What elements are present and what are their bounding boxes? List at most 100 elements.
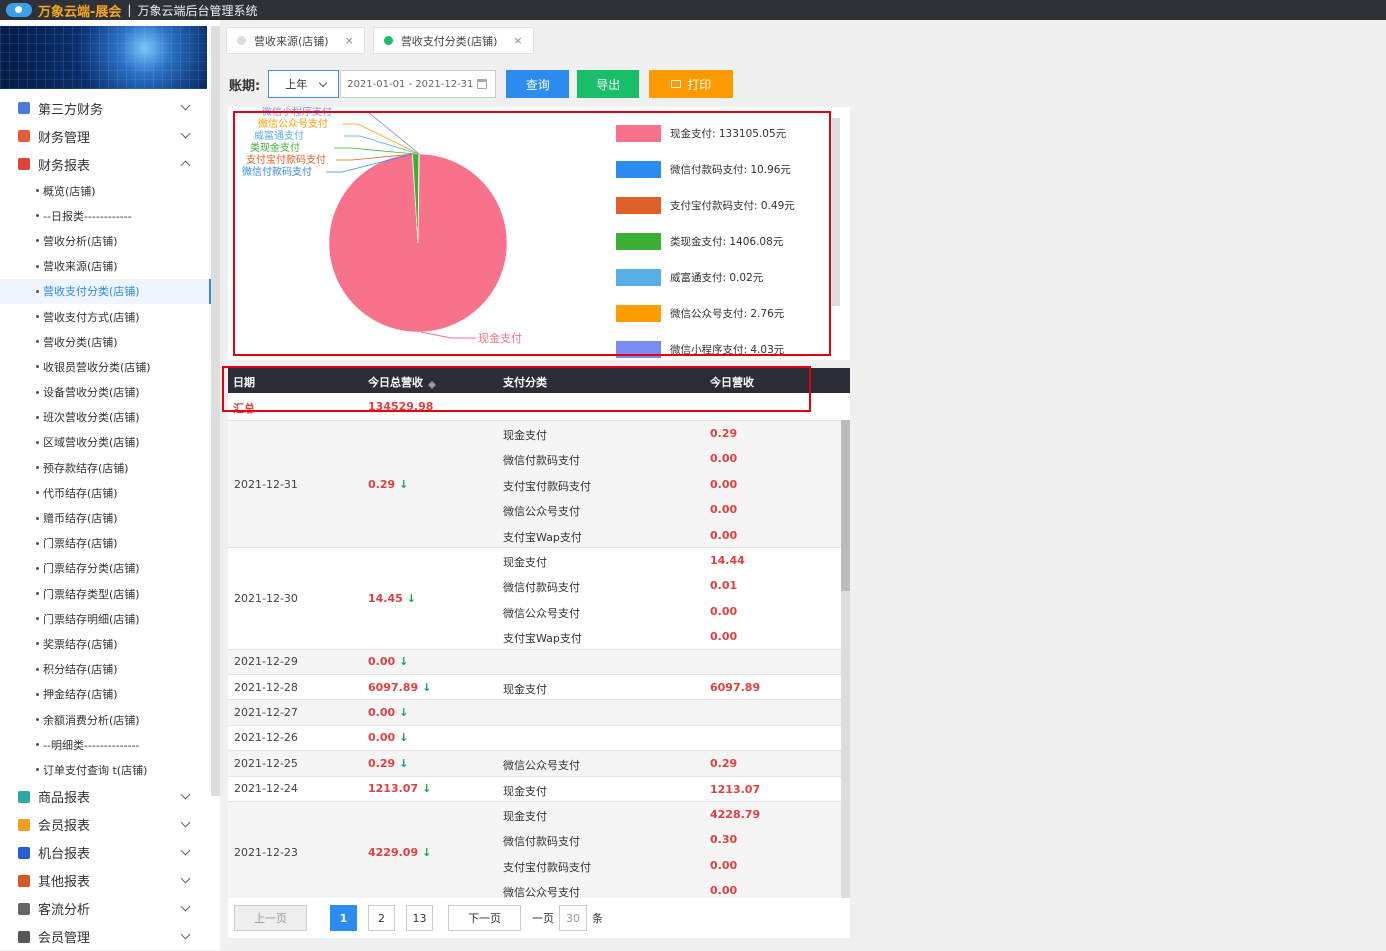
date-range-input[interactable]: 2021-01-01 - 2021-12-31 [340, 70, 497, 98]
period-select[interactable]: 上年 [268, 70, 340, 98]
print-button[interactable]: 打印 [649, 70, 734, 98]
payment-amount: 0.00 [710, 604, 738, 618]
calendar-icon[interactable] [477, 79, 488, 89]
payment-line: 微信公众号支付 0.29 [228, 751, 841, 776]
chevron-down-icon[interactable] [180, 789, 191, 799]
sidebar-subitem[interactable]: 积分结存(店铺) [0, 657, 211, 682]
sidebar-subitem[interactable]: 预存款结存(店铺) [0, 455, 211, 480]
chevron-down-icon[interactable] [180, 128, 191, 139]
table-row[interactable]: 2021-12-26 0.00 ↓ [228, 725, 841, 752]
sidebar-subitem[interactable]: 区域营收分类(店铺) [0, 430, 211, 455]
query-button[interactable]: 查询 [506, 70, 570, 98]
bullet-icon [36, 239, 39, 243]
sidebar-subitem-label: 奖票结存(店铺) [43, 637, 118, 651]
sidebar-subitem[interactable]: 班次营收分类(店铺) [0, 405, 211, 430]
close-icon[interactable]: × [513, 34, 522, 47]
sidebar-group[interactable]: 其他报表 [0, 867, 211, 895]
row-total: 0.00 ↓ [368, 655, 408, 668]
sidebar-subitem[interactable]: 营收支付分类(店铺) [0, 278, 211, 305]
chevron-down-icon[interactable] [180, 901, 191, 911]
sidebar-subitem[interactable]: 门票结存分类(店铺) [0, 556, 211, 581]
sidebar-group[interactable]: 商品报表 [0, 783, 211, 811]
sidebar-subitem[interactable]: 门票结存类型(店铺) [0, 581, 211, 606]
highlight-box-header [222, 366, 811, 412]
sidebar-subitem[interactable]: 奖票结存(店铺) [0, 631, 211, 656]
tab-item[interactable]: 营收来源(店铺) × [226, 27, 365, 54]
prev-page-button[interactable]: 上一页 [234, 905, 307, 931]
chevron-down-icon[interactable] [180, 817, 191, 827]
table-row[interactable]: 2021-12-23 4229.09 ↓ 现金支付 4228.79 微信付款码支付 0.30… [228, 802, 841, 898]
table-row[interactable]: 2021-12-28 6097.89 ↓ 现金支付 6097.89 [228, 675, 841, 701]
chevron-up-icon[interactable] [180, 160, 191, 171]
sidebar-subitem[interactable]: 订单支付查询 t(店铺) [0, 757, 211, 782]
sidebar-subitem[interactable]: --明细类-------------- [0, 732, 211, 757]
payment-amount: 0.00 [710, 528, 738, 542]
grid-scrollbar-thumb[interactable] [841, 420, 850, 591]
sidebar-subitem[interactable]: 赠币结存(店铺) [0, 505, 211, 530]
sidebar-group[interactable]: 客流分析 [0, 895, 211, 923]
table-row[interactable]: 2021-12-27 0.00 ↓ [228, 700, 841, 726]
sidebar-subitem[interactable]: 押金结存(店铺) [0, 682, 211, 707]
table-row[interactable]: 2021-12-30 14.45 ↓ 现金支付 14.44 微信付款码支付 0.01 微信公众… [228, 548, 841, 650]
per-page-prefix: 一页 [532, 912, 554, 925]
sidebar-subitem-label: 门票结存明细(店铺) [43, 612, 140, 626]
per-page-input[interactable]: 30 [559, 905, 587, 931]
chevron-down-icon[interactable] [180, 873, 191, 883]
sidebar-subitem-label: 订单支付查询 t(店铺) [43, 763, 148, 777]
grid-scrollbar[interactable] [841, 420, 850, 898]
sidebar-subitem[interactable]: 门票结存明细(店铺) [0, 606, 211, 631]
sidebar-subitem[interactable]: 营收支付方式(店铺) [0, 304, 211, 329]
sidebar-subitem[interactable]: --日报类------------ [0, 203, 211, 228]
sidebar-group[interactable]: 财务报表 [0, 150, 211, 178]
page-button[interactable]: 13 [406, 905, 433, 931]
payment-amount: 0.30 [710, 833, 738, 847]
table-row[interactable]: 2021-12-29 0.00 ↓ [228, 649, 841, 675]
table-row[interactable]: 2021-12-25 0.29 ↓ 微信公众号支付 0.29 [228, 751, 841, 777]
bullet-icon [36, 541, 39, 545]
sidebar-group[interactable]: 第三方财务 [0, 94, 211, 122]
sidebar-subitem[interactable]: 门票结存(店铺) [0, 531, 211, 556]
sidebar-subitem[interactable]: 收银员营收分类(店铺) [0, 354, 211, 379]
next-page-button[interactable]: 下一页 [448, 905, 521, 931]
chevron-down-icon[interactable] [180, 100, 191, 111]
sidebar-scrollbar[interactable] [211, 26, 220, 796]
legend-scrollbar[interactable] [832, 118, 840, 306]
chevron-down-icon[interactable] [180, 845, 191, 855]
chevron-down-icon[interactable] [180, 929, 191, 939]
sidebar-group[interactable]: 机台报表 [0, 839, 211, 867]
data-grid: 日期 今日总营收 支付分类 今日营收 汇总 134529.98 2021-12-… [228, 368, 850, 938]
date-range-value: 2021-01-01 - 2021-12-31 [347, 78, 474, 90]
sidebar-subitem[interactable]: 代币结存(店铺) [0, 480, 211, 505]
sidebar-group[interactable]: 会员管理 [0, 923, 211, 951]
sidebar-group-label: 第三方财务 [38, 102, 104, 118]
sidebar-group[interactable]: 财务管理 [0, 122, 211, 150]
sidebar-subitem-label: 代币结存(店铺) [43, 486, 118, 500]
bullet-icon [36, 692, 39, 696]
sidebar-subitem[interactable]: 营收来源(店铺) [0, 254, 211, 279]
bullet-icon [36, 189, 39, 193]
payment-amount: 14.44 [710, 554, 745, 567]
tab-item[interactable]: 营收支付分类(店铺) × [372, 27, 534, 54]
report-icon [18, 902, 30, 915]
sidebar-subitem[interactable]: 营收分类(店铺) [0, 329, 211, 354]
close-icon[interactable]: × [345, 34, 354, 47]
table-row[interactable]: 2021-12-24 1213.07 ↓ 现金支付 1213.07 [228, 776, 841, 802]
table-row[interactable]: 2021-12-31 0.29 ↓ 现金支付 0.29 微信付款码支付 0.00 支付宝付款码… [228, 421, 841, 548]
payment-type: 现金支付 [503, 683, 547, 696]
bullet-icon [36, 289, 39, 293]
row-date: 2021-12-29 [234, 655, 298, 669]
export-button[interactable]: 导出 [577, 70, 640, 98]
payment-line: 微信付款码支付 0.00 [228, 446, 841, 471]
sidebar-subitem[interactable]: 余额消费分析(店铺) [0, 707, 211, 732]
bullet-icon [36, 214, 39, 218]
payment-amount: 0.00 [710, 858, 738, 872]
payment-line: 支付宝付款码支付 0.00 [228, 472, 841, 497]
payment-line: 微信付款码支付 0.01 [228, 573, 841, 598]
report-icon [18, 158, 30, 170]
page-button[interactable]: 2 [368, 905, 395, 931]
sidebar-group[interactable]: 会员报表 [0, 811, 211, 839]
page-button[interactable]: 1 [330, 905, 357, 931]
sidebar-subitem[interactable]: 设备营收分类(店铺) [0, 380, 211, 405]
sidebar-subitem[interactable]: 概览(店铺) [0, 178, 211, 203]
sidebar-subitem[interactable]: 营收分析(店铺) [0, 228, 211, 253]
